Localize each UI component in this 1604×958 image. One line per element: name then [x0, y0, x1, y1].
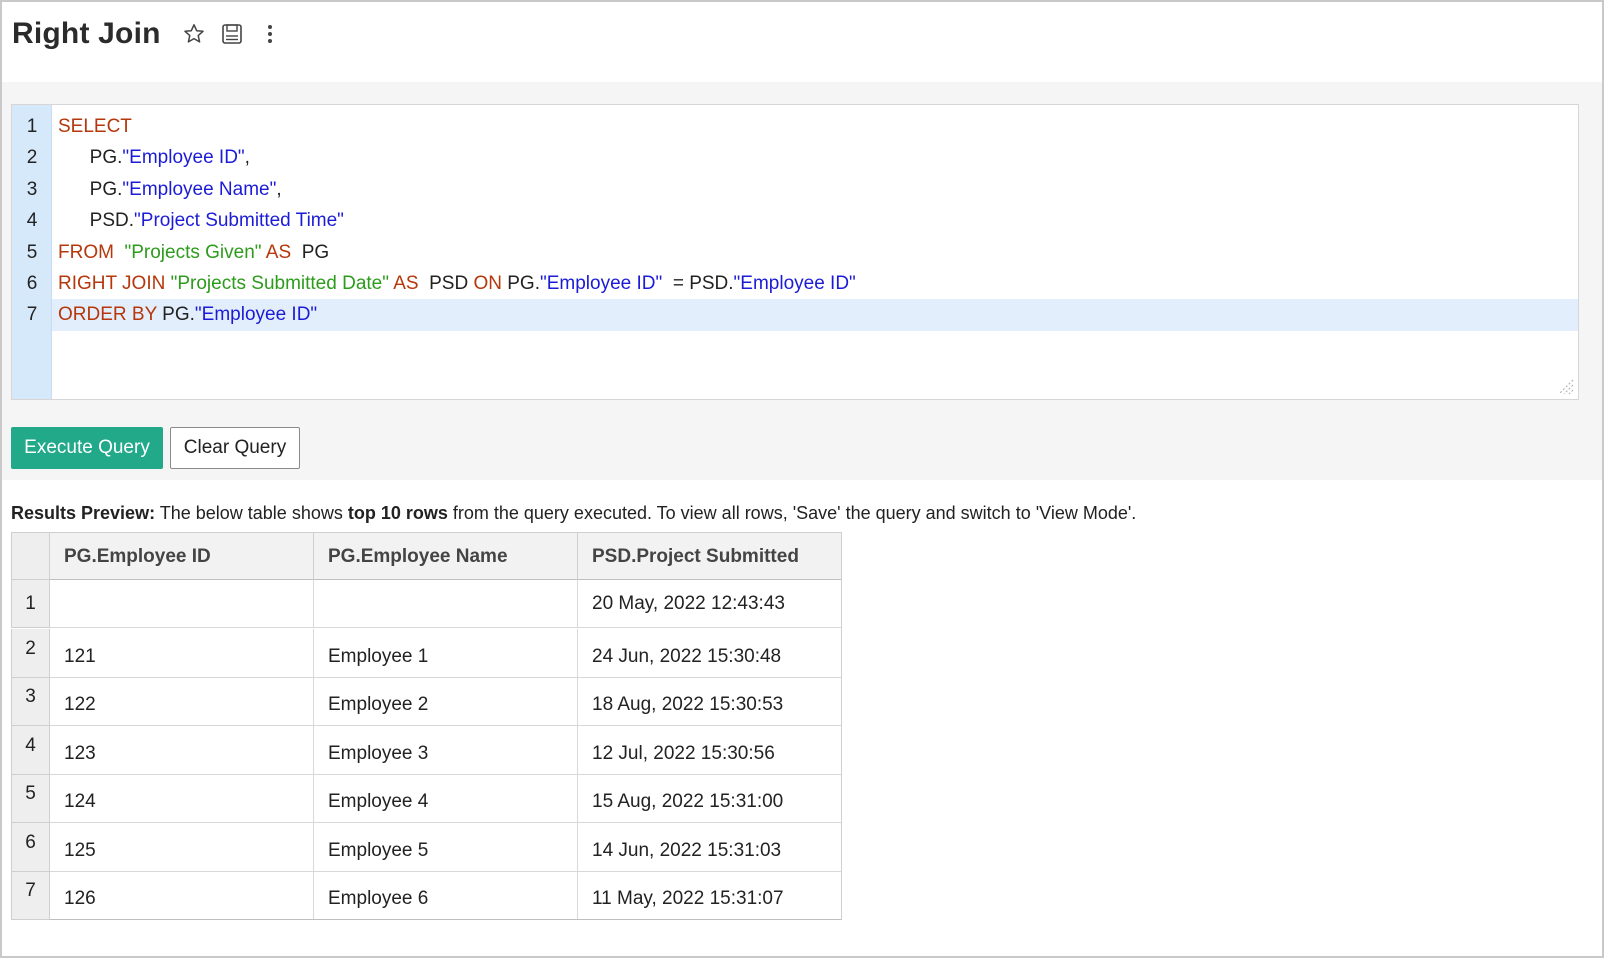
resize-handle-icon[interactable] — [1556, 377, 1574, 395]
table-cell[interactable]: Employee 4 — [314, 775, 578, 823]
table-cell[interactable]: 11 May, 2022 15:31:07 — [578, 872, 842, 920]
line-number: 1 — [26, 116, 38, 137]
page-header: Right Join — [12, 14, 283, 54]
row-number: 3 — [11, 678, 50, 726]
row-number: 1 — [11, 580, 50, 628]
sql-keyword: FROM — [58, 241, 114, 263]
sql-identifier: "Employee ID" — [194, 304, 318, 326]
sql-text: PG. — [58, 178, 123, 200]
table-cell[interactable]: 123 — [50, 726, 314, 775]
column-header[interactable]: PG.Employee Name — [314, 532, 578, 580]
table-cell[interactable]: Employee 3 — [314, 726, 578, 775]
sql-keyword: ON — [473, 273, 502, 294]
sql-text: PSD — [418, 273, 474, 294]
table-cell[interactable]: Employee 6 — [314, 872, 578, 920]
sql-keyword: SELECT — [58, 116, 132, 137]
row-number: 4 — [11, 726, 50, 775]
table-cell[interactable]: 121 — [50, 629, 314, 678]
results-preview-note: Results Preview: The below table shows t… — [11, 503, 1136, 524]
line-number: 2 — [26, 147, 38, 169]
table-cell[interactable]: Employee 2 — [314, 678, 578, 726]
sql-text: PG. — [58, 147, 123, 169]
line-number: 5 — [26, 241, 38, 263]
row-number-header — [11, 532, 50, 580]
code-line[interactable]: ORDER BY PG."Employee ID" — [52, 299, 1578, 332]
page-title: Right Join — [12, 17, 161, 50]
more-vertical-icon[interactable] — [257, 21, 283, 47]
code-line[interactable]: PSD."Project Submitted Time" — [52, 205, 1578, 237]
line-number: 4 — [26, 210, 38, 232]
table-cell[interactable]: 20 May, 2022 12:43:43 — [578, 580, 842, 628]
table-cell[interactable] — [50, 580, 314, 628]
table-cell[interactable]: Employee 5 — [314, 823, 578, 872]
row-number: 7 — [11, 872, 50, 920]
column-header[interactable]: PSD.Project Submitted Time — [578, 532, 842, 615]
code-line[interactable]: SELECT — [52, 111, 1578, 143]
star-icon[interactable] — [181, 21, 207, 47]
preview-text-a: The below table shows — [155, 503, 348, 523]
table-cell[interactable]: 12 Jul, 2022 15:30:56 — [578, 726, 842, 775]
preview-label: Results Preview: — [11, 503, 156, 523]
line-number-gutter: 1 2 3 4 5 6 7 — [12, 105, 52, 399]
sql-identifier: "Employee Name" — [122, 178, 277, 200]
table-cell[interactable]: 125 — [50, 823, 314, 872]
sql-identifier: "Project Submitted Time" — [134, 210, 344, 232]
table-cell[interactable]: 24 Jun, 2022 15:30:48 — [578, 629, 842, 678]
sql-text: PG — [291, 241, 330, 263]
code-line[interactable]: PG."Employee Name", — [52, 174, 1578, 206]
column-header[interactable]: PG.Employee ID — [50, 532, 314, 580]
table-cell[interactable]: 126 — [50, 872, 314, 920]
line-number: 3 — [26, 178, 38, 200]
sql-text: PG. — [156, 304, 195, 326]
preview-bold: top 10 rows — [347, 503, 448, 523]
editor-panel: 1234567 SELECT PG."Employee ID", PG."Emp… — [2, 82, 1602, 480]
code-line[interactable]: FROM "Projects Given" AS PG — [52, 237, 1578, 269]
sql-identifier: "Employee ID" — [540, 273, 663, 294]
sql-string: "Projects Given" — [124, 241, 262, 263]
row-number: 5 — [11, 775, 50, 823]
query-window: Right Join 1234567 SELECT PG."Employee I… — [0, 0, 1604, 958]
table-cell[interactable]: 14 Jun, 2022 15:31:03 — [578, 823, 842, 872]
code-line[interactable]: RIGHT JOIN "Projects Submitted Date" AS … — [52, 268, 1578, 300]
sql-text: PG. — [501, 273, 540, 294]
sql-text: , — [276, 178, 282, 200]
row-number: 6 — [11, 823, 50, 872]
table-cell[interactable]: 122 — [50, 678, 314, 726]
table-cell[interactable]: 124 — [50, 775, 314, 823]
clear-query-button[interactable]: Clear Query — [170, 427, 300, 469]
sql-text: , — [244, 147, 250, 169]
table-cell[interactable]: Employee 1 — [314, 629, 578, 678]
table-cell[interactable]: 18 Aug, 2022 15:30:53 — [578, 678, 842, 726]
row-number: 2 — [11, 629, 50, 678]
table-cell[interactable] — [314, 580, 578, 628]
preview-text-b: from the query executed. To view all row… — [447, 503, 1137, 523]
sql-editor[interactable]: 1234567 SELECT PG."Employee ID", PG."Emp… — [11, 104, 1579, 400]
sql-keyword: ORDER BY — [58, 304, 157, 326]
save-icon[interactable] — [219, 21, 245, 47]
sql-string: "Projects Submitted Date" — [170, 273, 389, 294]
code-line[interactable]: PG."Employee ID", — [52, 142, 1578, 174]
execute-query-button[interactable]: Execute Query — [11, 427, 163, 469]
sql-text: PSD. — [58, 210, 135, 232]
table-cell[interactable]: 15 Aug, 2022 15:31:00 — [578, 775, 842, 823]
sql-keyword: RIGHT JOIN — [58, 273, 166, 294]
line-number: 6 — [26, 273, 38, 294]
sql-keyword: AS — [265, 241, 292, 263]
sql-text: = PSD. — [662, 273, 734, 294]
sql-identifier: "Employee ID" — [733, 273, 856, 294]
sql-identifier: "Employee ID" — [122, 147, 245, 169]
sql-keyword: AS — [393, 273, 419, 294]
line-number: 7 — [26, 304, 38, 326]
